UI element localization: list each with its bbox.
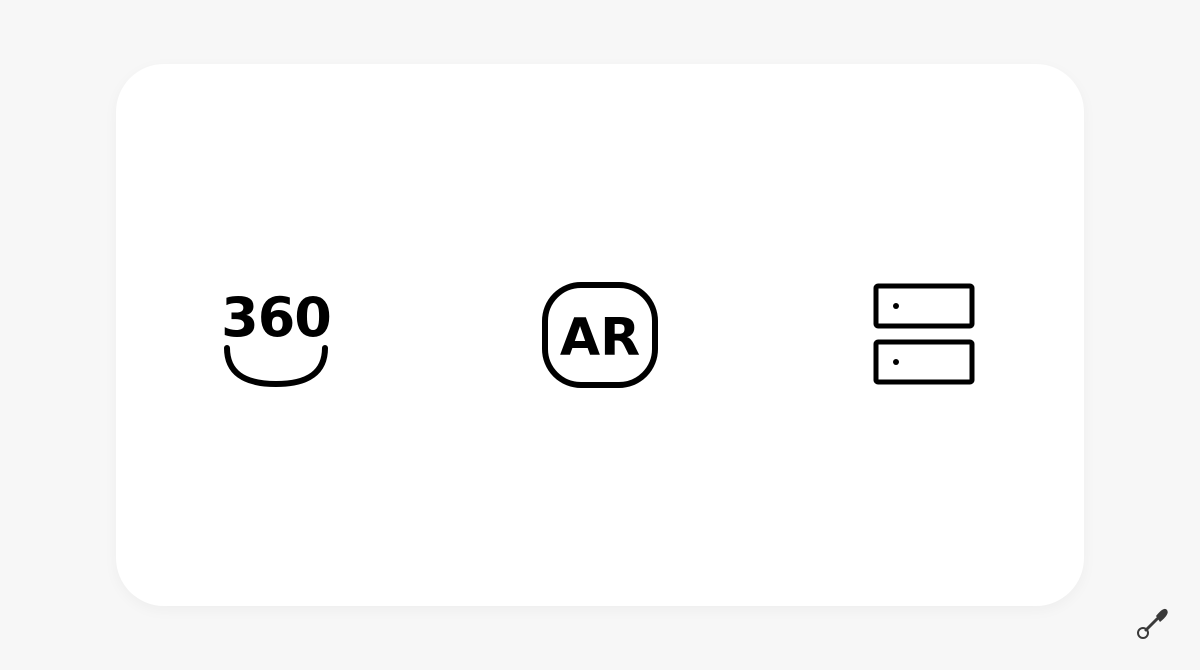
paint-brush-icon bbox=[1137, 608, 1168, 639]
ar-label: AR bbox=[560, 308, 640, 368]
canvas: 360 AR bbox=[0, 0, 1200, 670]
360-view-icon: 360 bbox=[221, 286, 332, 388]
360-label: 360 bbox=[221, 286, 331, 349]
server-icon bbox=[873, 283, 975, 385]
augmented-reality-icon: AR bbox=[542, 282, 658, 388]
